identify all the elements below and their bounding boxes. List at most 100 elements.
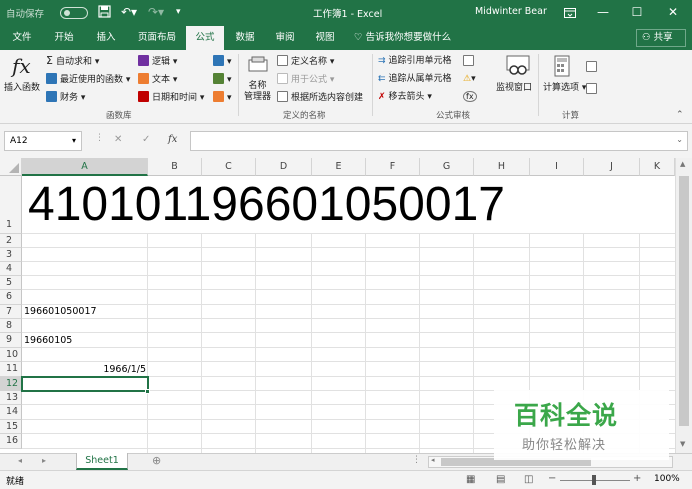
use-in-formula-button[interactable]: 用于公式 ▾	[277, 73, 334, 86]
define-name-button[interactable]: 定义名称 ▾	[277, 55, 334, 68]
autosum-button[interactable]: Σ 自动求和 ▾	[46, 55, 99, 68]
selected-cell-A12[interactable]	[21, 376, 149, 392]
name-manager-button[interactable]: 名称 管理器	[244, 81, 271, 103]
column-header-C[interactable]: C	[202, 158, 256, 176]
cell-A9[interactable]: 19660105	[24, 335, 72, 346]
row-header-4[interactable]: 4	[0, 262, 22, 276]
remove-arrows-button[interactable]: ✗ 移去箭头 ▾	[378, 91, 432, 103]
tab-page-layout[interactable]: 页面布局	[130, 26, 184, 50]
sheet-tab-sheet1[interactable]: Sheet1	[76, 453, 128, 470]
evaluate-formula-icon[interactable]: fx	[463, 91, 477, 103]
tell-me-search[interactable]: ♡ 告诉我你想要做什么	[354, 26, 451, 50]
row-header-8[interactable]: 8	[0, 319, 22, 333]
page-break-view-icon[interactable]: ◫	[524, 474, 533, 485]
math-button[interactable]: ▾	[213, 73, 232, 86]
name-box[interactable]: A12 ▾	[4, 131, 82, 151]
add-sheet-icon[interactable]: ⊕	[152, 454, 161, 467]
close-icon[interactable]: ✕	[658, 2, 688, 22]
row-header-6[interactable]: 6	[0, 290, 22, 305]
zoom-level[interactable]: 100%	[654, 474, 680, 484]
row-header-11[interactable]: 11	[0, 362, 22, 377]
column-header-G[interactable]: G	[420, 158, 474, 176]
row-header-15[interactable]: 15	[0, 420, 22, 434]
tab-data[interactable]: 数据	[228, 26, 262, 50]
customize-qat-icon[interactable]: ▾	[176, 5, 181, 19]
create-from-selection-button[interactable]: 根据所选内容创建	[277, 91, 363, 104]
vertical-scrollbar[interactable]: ▲ ▼	[675, 158, 692, 453]
autosave-toggle[interactable]	[60, 7, 88, 19]
tab-insert[interactable]: 插入	[88, 26, 124, 50]
maximize-icon[interactable]: ☐	[622, 2, 652, 22]
expand-formula-bar-icon[interactable]: ⌄	[676, 135, 683, 144]
datetime-button[interactable]: 日期和时间 ▾	[138, 91, 204, 104]
row-header-13[interactable]: 13	[0, 391, 22, 405]
prev-sheet-icon[interactable]: ◂	[18, 456, 22, 465]
recent-functions-button[interactable]: 最近使用的函数 ▾	[46, 73, 130, 86]
tab-home[interactable]: 开始	[46, 26, 82, 50]
cell-A1[interactable]: 410101196601050017	[28, 180, 505, 230]
show-formulas-icon[interactable]	[463, 55, 477, 68]
cell-A7[interactable]: 196601050017	[24, 306, 97, 317]
column-header-H[interactable]: H	[474, 158, 530, 176]
page-layout-view-icon[interactable]: ▤	[496, 474, 505, 485]
trace-dependents-button[interactable]: ⇇ 追踪从属单元格	[378, 73, 452, 85]
name-box-dropdown-icon[interactable]: ▾	[72, 132, 76, 150]
tab-split-icon[interactable]: ⋮	[412, 455, 421, 465]
tab-formulas[interactable]: 公式	[186, 26, 224, 50]
more-functions-button[interactable]: ▾	[213, 91, 232, 104]
column-header-I[interactable]: I	[530, 158, 584, 176]
column-header-K[interactable]: K	[640, 158, 675, 176]
tab-view[interactable]: 视图	[308, 26, 342, 50]
zoom-in-icon[interactable]: +	[633, 473, 641, 484]
row-header-10[interactable]: 10	[0, 348, 22, 362]
formula-input[interactable]: ⌄	[190, 131, 688, 151]
zoom-out-icon[interactable]: −	[548, 473, 556, 484]
column-header-B[interactable]: B	[148, 158, 202, 176]
minimize-icon[interactable]: —	[588, 2, 618, 22]
watch-window-button[interactable]: 监视窗口	[496, 82, 532, 94]
save-icon[interactable]	[98, 5, 111, 21]
user-name[interactable]: Midwinter Bear	[475, 6, 547, 17]
next-sheet-icon[interactable]: ▸	[42, 456, 46, 465]
logical-button[interactable]: 逻辑 ▾	[138, 55, 177, 68]
column-header-A[interactable]: A	[22, 158, 148, 176]
tab-file[interactable]: 文件	[4, 26, 40, 50]
normal-view-icon[interactable]: ▦	[466, 474, 475, 485]
share-button[interactable]: ⚇ 共享	[636, 29, 686, 47]
scroll-up-icon[interactable]: ▲	[680, 160, 685, 168]
zoom-slider-thumb[interactable]	[592, 475, 596, 485]
row-header-5[interactable]: 5	[0, 276, 22, 290]
collapse-ribbon-icon[interactable]: ⌃	[676, 109, 684, 121]
row-header-9[interactable]: 9	[0, 333, 22, 348]
lookup-button[interactable]: ▾	[213, 55, 232, 68]
cancel-icon[interactable]: ✕	[114, 134, 122, 145]
calc-options-button[interactable]: 计算选项 ▾	[543, 82, 586, 94]
scroll-down-icon[interactable]: ▼	[680, 440, 685, 448]
tab-review[interactable]: 审阅	[268, 26, 302, 50]
fill-handle[interactable]	[145, 389, 150, 394]
ribbon-display-options-icon[interactable]	[555, 2, 585, 22]
column-header-J[interactable]: J	[584, 158, 640, 176]
calc-now-icon[interactable]	[586, 61, 600, 74]
scroll-thumb[interactable]	[679, 176, 689, 426]
row-header-7[interactable]: 7	[0, 305, 22, 319]
insert-function-icon[interactable]: fx	[168, 134, 177, 145]
enter-icon[interactable]: ✓	[142, 134, 150, 145]
insert-function-button[interactable]: 插入函数	[4, 82, 40, 94]
financial-button[interactable]: 财务 ▾	[46, 91, 85, 104]
cell-A11[interactable]: 1966/1/5	[24, 364, 146, 375]
scroll-left-icon[interactable]: ◂	[431, 456, 435, 464]
row-header-16[interactable]: 16	[0, 434, 22, 449]
trace-precedents-button[interactable]: ⇉ 追踪引用单元格	[378, 55, 452, 67]
column-header-D[interactable]: D	[256, 158, 312, 176]
row-header-3[interactable]: 3	[0, 248, 22, 262]
row-header-12[interactable]: 12	[0, 377, 22, 391]
row-header-14[interactable]: 14	[0, 405, 22, 420]
text-button[interactable]: 文本 ▾	[138, 73, 177, 86]
select-all-corner[interactable]	[0, 158, 22, 176]
column-header-F[interactable]: F	[366, 158, 420, 176]
redo-icon[interactable]: ↷▾	[148, 5, 164, 19]
row-header-1[interactable]: 1	[0, 176, 22, 234]
row-header-2[interactable]: 2	[0, 234, 22, 248]
error-checking-icon[interactable]: ⚠▾	[463, 73, 476, 85]
